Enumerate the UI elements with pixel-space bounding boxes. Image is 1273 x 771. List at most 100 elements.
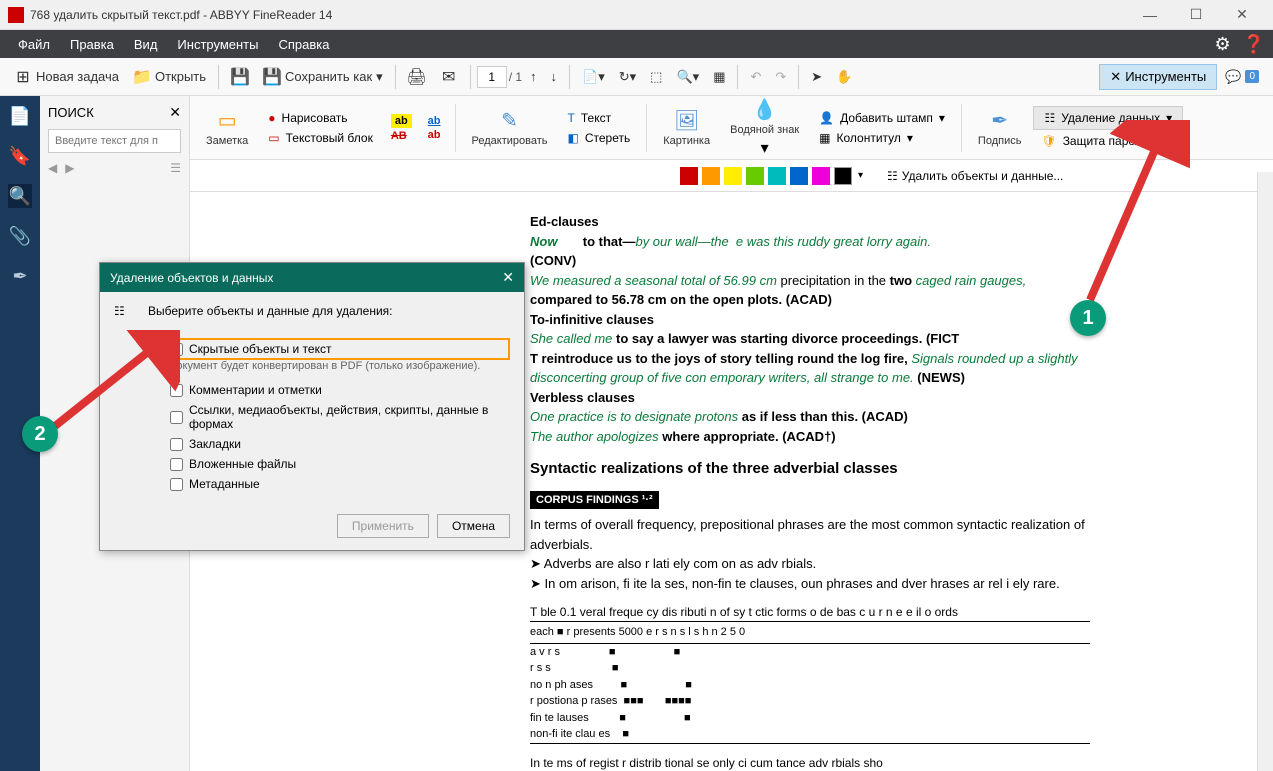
ocr-button[interactable]: 🔍▾ [670,65,705,89]
search-next-button[interactable]: ▶ [65,161,74,175]
check-links[interactable]: Ссылки, медиаобъекты, действия, скрипты,… [114,400,510,434]
titlebar-text: 768 удалить скрытый текст.pdf - ABBYY Fi… [30,8,1127,22]
checkbox-links[interactable] [170,411,183,424]
color-red[interactable] [680,167,698,185]
rotate-button[interactable]: ↻▾ [613,65,642,89]
color-yellow[interactable] [724,167,742,185]
dialog-hint: документ будет конвертирован в PDF (толь… [114,360,510,372]
search-close-button[interactable]: ✕ [169,104,181,121]
dialog-prompt: Выберите объекты и данные для удаления: [148,304,393,318]
delete-objects-dialog: Удаление объектов и данных ✕ ☷ Выберите … [99,262,525,551]
stamp-button[interactable]: 👤Добавить штамп ▾ [811,109,953,127]
draw-button[interactable]: ●Нарисовать [260,109,381,127]
redo-button[interactable]: ↷ [769,65,792,89]
minimize-button[interactable]: — [1127,0,1173,30]
text-button[interactable]: TТекст [560,109,639,127]
search-prev-button[interactable]: ◀ [48,161,57,175]
annotation-badge-1: 1 [1070,300,1106,336]
picture-button[interactable]: 🖼Картинка [655,108,718,147]
check-comments[interactable]: Комментарии и отметки [114,380,510,400]
menu-file[interactable]: Файл [8,33,60,56]
header-button[interactable]: ▦Колонтитул ▾ [811,129,953,147]
hand-button[interactable]: ✋ [830,65,858,89]
search-input[interactable] [48,129,181,153]
color-black[interactable] [834,167,852,185]
dialog-title: Удаление объектов и данных [110,271,273,285]
close-button[interactable]: ✕ [1219,0,1265,30]
ab-red-icon[interactable]: ab [428,129,441,141]
watermark-button[interactable]: 💧Водяной знак ▾ [722,97,807,158]
document-content: Ed-clauses Now to that—by our wall—the e… [530,212,1090,771]
crop-button[interactable]: ⬚ [644,65,668,89]
color-green[interactable] [746,167,764,185]
cancel-button[interactable]: Отмена [437,514,510,538]
tools-panel-button[interactable]: ✕Инструменты [1099,64,1217,90]
search-title: ПОИСК [48,105,94,120]
undo-button[interactable]: ↶ [744,65,767,89]
window-controls: — ☐ ✕ [1127,0,1265,30]
bookmarks-icon[interactable]: 🔖 [8,144,32,168]
annotation-badge-2: 2 [22,416,58,452]
vertical-scrollbar[interactable] [1257,172,1273,771]
color-magenta[interactable] [812,167,830,185]
underline-icon[interactable]: ab [428,115,441,127]
apply-button[interactable]: Применить [337,514,429,538]
checkbox-bookmarks[interactable] [170,438,183,451]
save-as-button[interactable]: 💾Сохранить как ▾ [257,64,389,90]
check-bookmarks[interactable]: Закладки [114,434,510,454]
help-icon[interactable]: ❓ [1243,34,1265,55]
pointer-button[interactable]: ➤ [805,65,828,89]
menubar: Файл Правка Вид Инструменты Справка ⚙ ❓ [0,30,1273,58]
color-orange[interactable] [702,167,720,185]
app-icon [8,7,24,23]
pages-icon[interactable]: 📄 [8,104,32,128]
open-button[interactable]: 📁Открыть [127,64,212,90]
email-button[interactable]: ✉ [434,64,464,90]
gear-icon[interactable]: ⚙ [1214,34,1230,55]
edit-button[interactable]: ✎Редактировать [464,108,556,147]
add-page-button[interactable]: 📄▾ [576,65,611,89]
menu-view[interactable]: Вид [124,33,168,56]
attachments-icon[interactable]: 📎 [8,224,32,248]
checkbox-metadata[interactable] [170,478,183,491]
textblock-button[interactable]: ▭Текстовый блок [260,129,381,147]
color-bar: ▾ ☷Удалить объекты и данные... [190,160,1273,192]
checkbox-attached[interactable] [170,458,183,471]
page-total: / 1 [509,70,522,84]
menu-edit[interactable]: Правка [60,33,124,56]
page-down-button[interactable]: ↓ [545,65,564,88]
check-metadata[interactable]: Метаданные [114,474,510,494]
menu-tools[interactable]: Инструменты [167,33,268,56]
note-button[interactable]: ▭Заметка [198,108,256,147]
delete-data-button[interactable]: ☷Удаление данных ▾ [1033,106,1183,130]
check-hidden-objects[interactable]: Скрытые объекты и текст [164,338,510,360]
page-up-button[interactable]: ↑ [524,65,543,88]
checkbox-comments[interactable] [170,384,183,397]
strike-icon[interactable]: AB [391,130,412,142]
signatures-icon[interactable]: ✒ [8,264,32,288]
dialog-close-button[interactable]: ✕ [502,269,514,286]
menu-help[interactable]: Справка [268,33,339,56]
titlebar: 768 удалить скрытый текст.pdf - ABBYY Fi… [0,0,1273,30]
search-tab-icon[interactable]: 🔍 [8,184,32,208]
delete-objects-button[interactable]: ☷Удалить объекты и данные... [887,169,1063,183]
page-input[interactable] [477,66,507,88]
checkbox-hidden[interactable] [170,343,183,356]
comments-button[interactable]: 💬 0 [1219,65,1265,89]
layout-button[interactable]: ▦ [707,65,731,89]
highlight-icon[interactable]: ab [391,114,412,128]
color-blue[interactable] [790,167,808,185]
sign-button[interactable]: ✒Подпись [970,108,1030,147]
color-cyan[interactable] [768,167,786,185]
ribbon-tools: ▭Заметка ●Нарисовать ▭Текстовый блок ab … [190,96,1273,160]
check-attached[interactable]: Вложенные файлы [114,454,510,474]
erase-button[interactable]: ◧Стереть [560,129,639,147]
new-task-button[interactable]: ⊞Новая задача [8,64,125,90]
dialog-list-icon: ☷ [114,304,138,328]
main-toolbar: ⊞Новая задача 📁Открыть 💾 💾Сохранить как … [0,58,1273,96]
save-button[interactable]: 💾 [225,64,255,90]
maximize-button[interactable]: ☐ [1173,0,1219,30]
protect-button[interactable]: 🛡Защита паролем [1033,132,1187,150]
print-button[interactable]: 🖨 [402,64,432,90]
search-options-icon[interactable]: ☰ [170,161,181,175]
